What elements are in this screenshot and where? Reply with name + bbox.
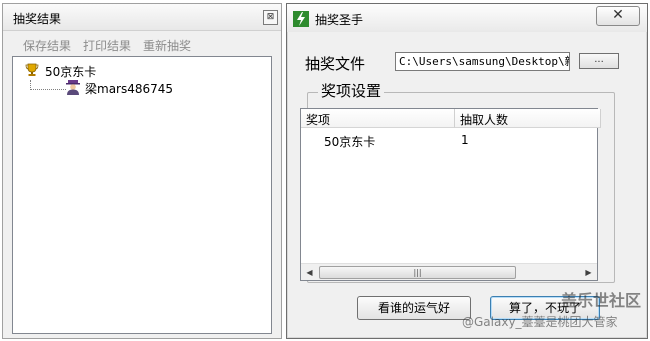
tree-node-prize-label: 50京东卡 <box>45 65 97 79</box>
cell-prize: 50京东卡 <box>324 135 376 149</box>
watermark-credit: @Galaxy_薹薹是桃团大管家 <box>462 315 618 329</box>
horizontal-scrollbar[interactable]: ◀ ||| ▶ <box>301 263 597 280</box>
file-label: 抽奖文件 <box>305 55 366 73</box>
app-icon <box>293 11 309 27</box>
redraw-button[interactable]: 重新抽奖 <box>143 37 191 54</box>
dialog-title: 抽奖圣手 <box>315 13 364 27</box>
file-path-field[interactable]: C:\Users\samsung\Desktop\新建 <box>395 52 570 71</box>
draw-button[interactable]: 看谁的运气好 <box>357 296 471 320</box>
prize-table[interactable]: 奖项 抽取人数 50京东卡 1 ◀ ||| ▶ <box>300 108 601 281</box>
results-panel-title: 抽奖结果 <box>13 12 62 26</box>
watermark-title: 盖乐世社区 <box>561 291 642 310</box>
tree-connector <box>30 80 66 90</box>
trophy-icon <box>25 63 39 76</box>
file-row: 抽奖文件 C:\Users\samsung\Desktop\新建 ... <box>305 51 645 73</box>
table-row[interactable]: 50京东卡 1 <box>301 131 597 149</box>
dialog-titlebar: 抽奖圣手 ✕ <box>287 4 647 32</box>
tree-node-winner-label: 梁mars486745 <box>85 82 174 96</box>
browse-button[interactable]: ... <box>579 53 619 69</box>
user-icon <box>66 80 80 95</box>
scroll-left-icon[interactable]: ◀ <box>301 264 318 281</box>
results-tree[interactable]: 50京东卡 梁mars486745 <box>12 56 272 334</box>
results-toolbar: 保存结果 打印结果 重新抽奖 <box>3 33 281 55</box>
scroll-right-icon[interactable]: ▶ <box>580 264 597 281</box>
scroll-thumb[interactable]: ||| <box>319 266 516 279</box>
prize-settings-label: 奖项设置 <box>318 82 385 100</box>
print-results-button[interactable]: 打印结果 <box>83 37 131 54</box>
save-results-button[interactable]: 保存结果 <box>23 37 71 54</box>
column-header-count[interactable]: 抽取人数 <box>455 109 601 128</box>
cell-count: 1 <box>461 133 469 147</box>
results-panel-titlebar: 抽奖结果 ⊠ <box>3 4 281 31</box>
table-header: 奖项 抽取人数 <box>301 109 601 128</box>
close-icon[interactable]: ✕ <box>596 6 640 26</box>
results-panel: 抽奖结果 ⊠ 保存结果 打印结果 重新抽奖 50京东卡 梁mars486745 <box>2 3 282 339</box>
panel-close-icon[interactable]: ⊠ <box>263 10 278 25</box>
column-header-prize[interactable]: 奖项 <box>301 109 455 128</box>
